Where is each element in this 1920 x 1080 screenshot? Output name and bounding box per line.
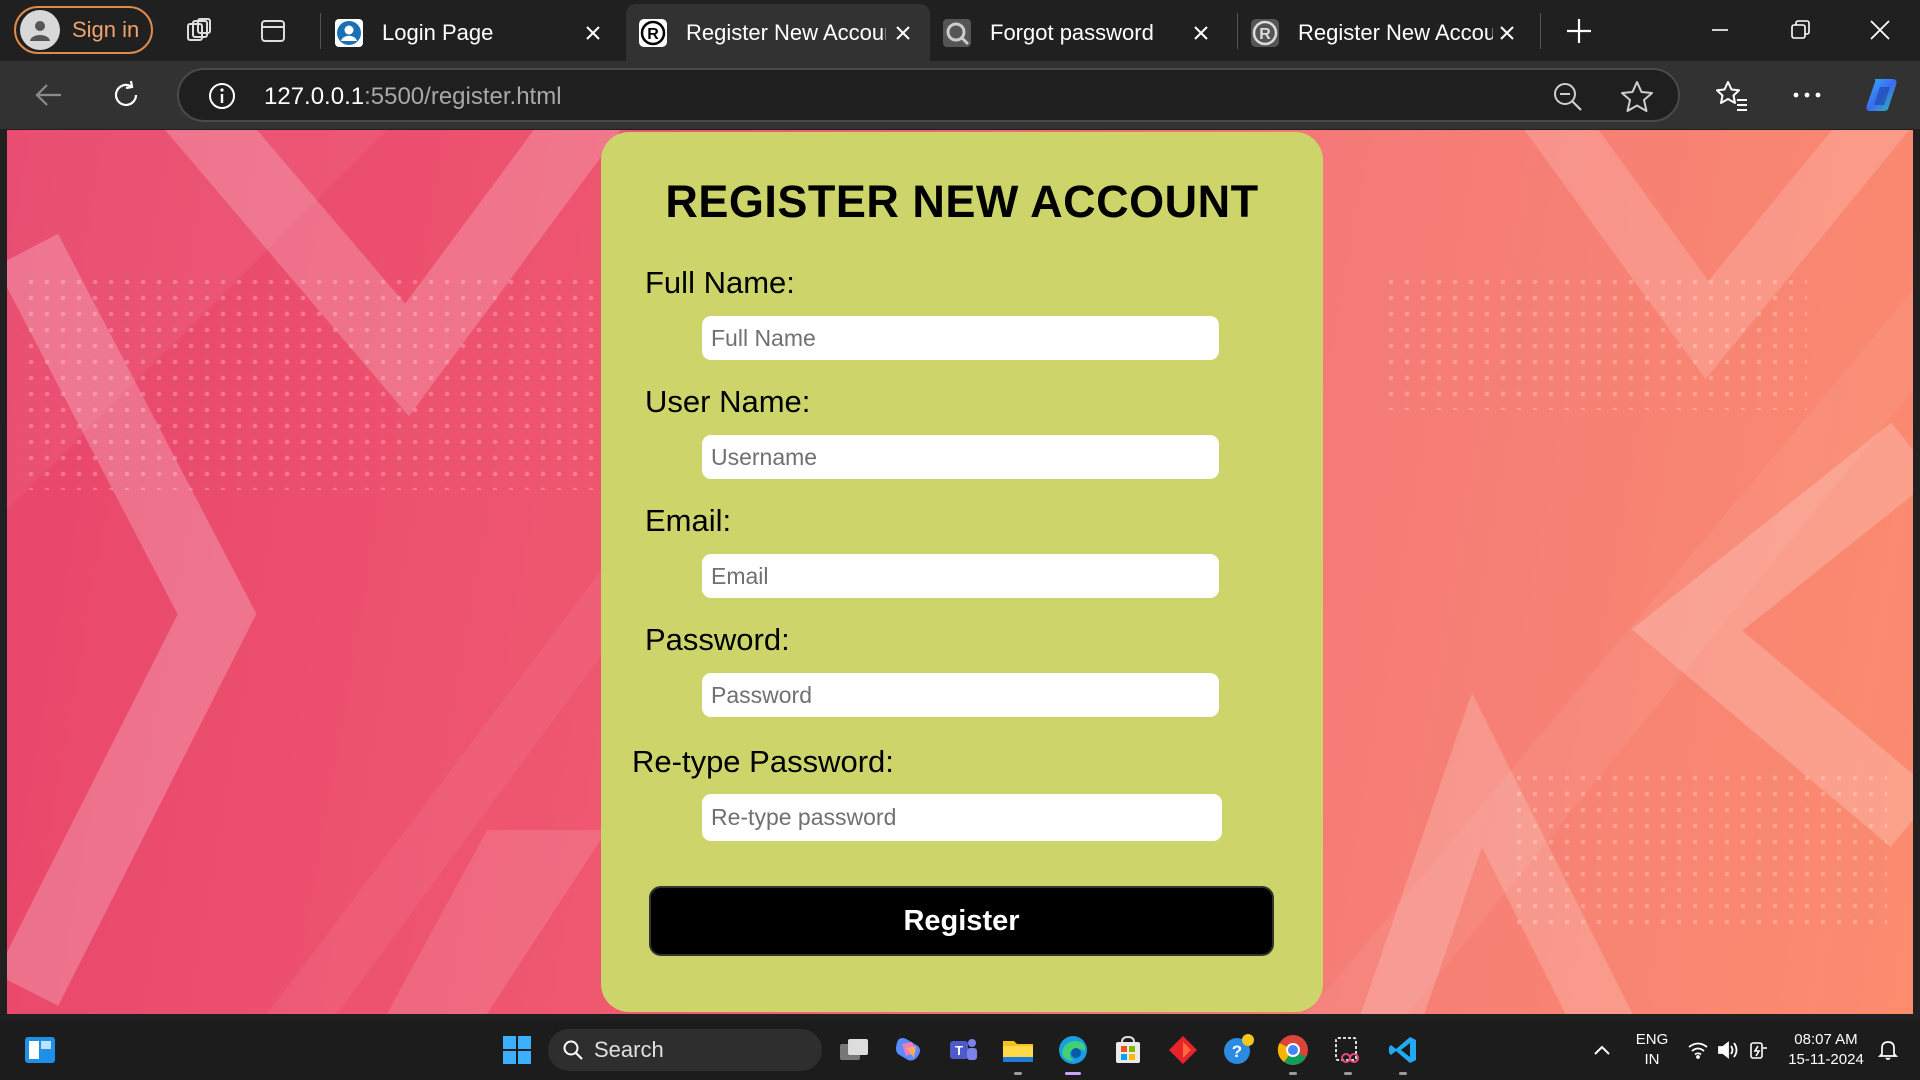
url-host: 127.0.0.1 [264, 83, 365, 110]
zoom-out-icon[interactable] [1551, 80, 1585, 114]
favorite-star-icon[interactable] [1619, 79, 1655, 115]
search-label: Search [594, 1037, 664, 1062]
more-options-icon[interactable] [1785, 73, 1829, 117]
r-logo-favicon-icon: R [1250, 18, 1280, 48]
tab-title: Register New Account [686, 19, 886, 45]
tab-title: Register New Account [1298, 19, 1493, 45]
username-input[interactable] [702, 435, 1219, 479]
sign-in-button[interactable]: Sign in [14, 6, 153, 54]
svg-text:T: T [955, 1043, 963, 1058]
taskbar-search-box[interactable]: Search [548, 1029, 822, 1071]
reload-icon[interactable] [104, 73, 148, 117]
tab-login-page[interactable]: Login Page [322, 4, 620, 61]
git-app-icon[interactable] [1163, 1030, 1203, 1070]
search-favicon-icon [942, 18, 972, 48]
language-indicator[interactable]: ENG IN [1628, 1030, 1676, 1070]
register-card: REGISTER NEW ACCOUNT Full Name: User Nam… [601, 132, 1323, 1012]
browser-tab-strip: Sign in Login Page R Register New Accoun… [0, 0, 1920, 61]
tab-separator [320, 13, 321, 49]
tab-separator [1540, 13, 1541, 49]
copilot-icon[interactable] [1860, 73, 1904, 117]
region-code: IN [1644, 1051, 1660, 1068]
profile-avatar-icon [20, 10, 60, 50]
password-input[interactable] [702, 673, 1219, 717]
edge-browser-icon[interactable] [1053, 1030, 1093, 1070]
new-tab-icon[interactable] [1560, 12, 1598, 50]
restore-icon[interactable] [1770, 8, 1830, 52]
chrome-icon[interactable] [1273, 1030, 1313, 1070]
user-favicon-icon [334, 18, 364, 48]
workspaces-icon[interactable] [178, 10, 220, 52]
widgets-icon[interactable] [20, 1030, 60, 1070]
teams-icon[interactable]: T [943, 1030, 983, 1070]
address-bar[interactable]: 127.0.0.1:5500/register.html [177, 68, 1680, 122]
username-label: User Name: [645, 384, 811, 419]
clock-time: 08:07 AM [1794, 1031, 1858, 1048]
tab-title: Forgot password [990, 19, 1154, 45]
retype-password-label: Re-type Password: [632, 744, 894, 779]
close-tab-icon[interactable] [888, 18, 918, 48]
show-hidden-icons-icon[interactable] [1582, 1030, 1622, 1070]
email-input[interactable] [702, 554, 1219, 598]
running-indicator [1344, 1072, 1352, 1075]
sign-in-label: Sign in [72, 17, 140, 42]
page-title: REGISTER NEW ACCOUNT [665, 176, 1259, 227]
browser-toolbar: 127.0.0.1:5500/register.html [0, 61, 1920, 129]
register-button[interactable]: Register [649, 886, 1274, 956]
clock[interactable]: 08:07 AM 15-11-2024 [1782, 1030, 1870, 1070]
url-text[interactable]: 127.0.0.1:5500/register.html [264, 83, 562, 111]
vscode-icon[interactable] [1383, 1030, 1423, 1070]
active-app-indicator [1065, 1072, 1081, 1075]
snipping-tool-icon[interactable] [1328, 1030, 1368, 1070]
copilot-taskbar-icon[interactable] [888, 1030, 928, 1070]
close-window-icon[interactable] [1850, 8, 1910, 52]
tab-forgot-password[interactable]: Forgot password [930, 4, 1228, 61]
battery-charging-icon[interactable] [1738, 1030, 1778, 1070]
language-code: ENG [1635, 1031, 1669, 1048]
svg-text:?: ? [1232, 1042, 1242, 1061]
minimize-icon[interactable] [1690, 8, 1750, 52]
tab-actions-icon[interactable] [252, 10, 294, 52]
task-view-icon[interactable] [834, 1030, 874, 1070]
favorites-icon[interactable] [1710, 73, 1754, 117]
notifications-bell-icon[interactable] [1868, 1030, 1908, 1070]
page-viewport: REGISTER NEW ACCOUNT Full Name: User Nam… [7, 130, 1913, 1014]
running-indicator [1399, 1072, 1407, 1075]
back-arrow-icon[interactable] [27, 73, 71, 117]
windows-taskbar: Search T ? ENG IN 08:07 AM 15-11-2024 [0, 1020, 1920, 1080]
microsoft-store-icon[interactable] [1108, 1030, 1148, 1070]
close-tab-icon[interactable] [1493, 18, 1522, 48]
help-tips-icon[interactable]: ? [1218, 1030, 1258, 1070]
running-indicator [1014, 1072, 1022, 1075]
file-explorer-icon[interactable] [998, 1030, 1038, 1070]
svg-text:R: R [1259, 26, 1271, 43]
start-windows-icon[interactable] [497, 1030, 537, 1070]
search-icon [563, 1040, 583, 1060]
url-path: :5500/register.html [364, 83, 562, 110]
tab-title: Login Page [382, 19, 494, 45]
running-indicator [1289, 1072, 1297, 1075]
password-label: Password: [645, 622, 790, 657]
close-tab-icon[interactable] [579, 18, 608, 48]
clock-date: 15-11-2024 [1788, 1051, 1864, 1068]
svg-text:R: R [647, 26, 659, 43]
email-label: Email: [645, 503, 732, 538]
tab-register-new-account[interactable]: R Register New Account [626, 4, 930, 61]
full-name-input[interactable] [702, 316, 1219, 360]
tab-register-new-account-2[interactable]: R Register New Account [1238, 4, 1534, 61]
site-info-icon[interactable] [207, 81, 237, 111]
retype-password-input[interactable] [702, 794, 1222, 841]
close-tab-icon[interactable] [1187, 18, 1216, 48]
full-name-label: Full Name: [645, 265, 795, 300]
r-logo-favicon-icon: R [638, 18, 668, 48]
